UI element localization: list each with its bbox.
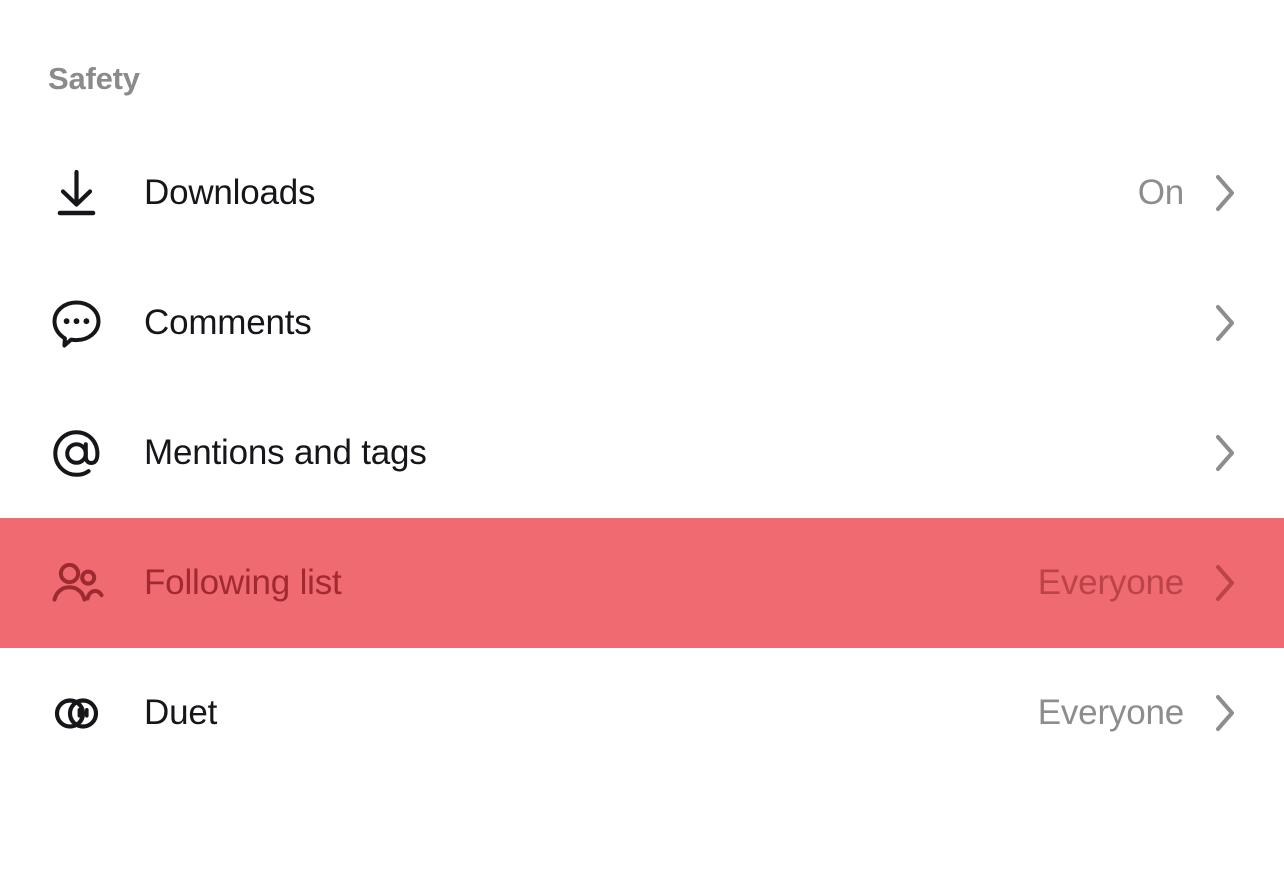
chevron-right-icon[interactable] bbox=[1210, 563, 1240, 603]
at-mention-icon bbox=[48, 425, 108, 482]
chevron-right-icon[interactable] bbox=[1210, 173, 1240, 213]
chevron-right-icon[interactable] bbox=[1210, 693, 1240, 733]
settings-row-label: Mentions and tags bbox=[144, 433, 427, 472]
two-people-icon bbox=[48, 555, 108, 612]
settings-row-following-list[interactable]: Following list Everyone bbox=[0, 518, 1284, 648]
duet-circles-icon bbox=[48, 685, 108, 742]
section-header-safety: Safety bbox=[48, 61, 140, 96]
settings-row-label: Comments bbox=[144, 303, 312, 342]
settings-row-label: Duet bbox=[144, 693, 218, 732]
chevron-right-icon[interactable] bbox=[1210, 433, 1240, 473]
settings-row-label: Following list bbox=[144, 563, 342, 602]
settings-row-downloads[interactable]: Downloads On bbox=[0, 128, 1284, 258]
safety-settings-list: Downloads On Comments Mentions and tags … bbox=[0, 128, 1284, 778]
settings-row-mentions-and-tags[interactable]: Mentions and tags bbox=[0, 388, 1284, 518]
chevron-right-icon[interactable] bbox=[1210, 303, 1240, 343]
settings-row-comments[interactable]: Comments bbox=[0, 258, 1284, 388]
settings-row-value: On bbox=[1137, 173, 1184, 212]
comment-bubble-icon bbox=[48, 295, 108, 352]
safety-settings-screen: Safety Downloads On Comments Mentions an… bbox=[0, 0, 1284, 873]
settings-row-value: Everyone bbox=[1037, 693, 1184, 732]
settings-row-duet[interactable]: Duet Everyone bbox=[0, 648, 1284, 778]
download-icon bbox=[48, 165, 108, 222]
settings-row-value: Everyone bbox=[1037, 563, 1184, 602]
settings-row-label: Downloads bbox=[144, 173, 316, 212]
